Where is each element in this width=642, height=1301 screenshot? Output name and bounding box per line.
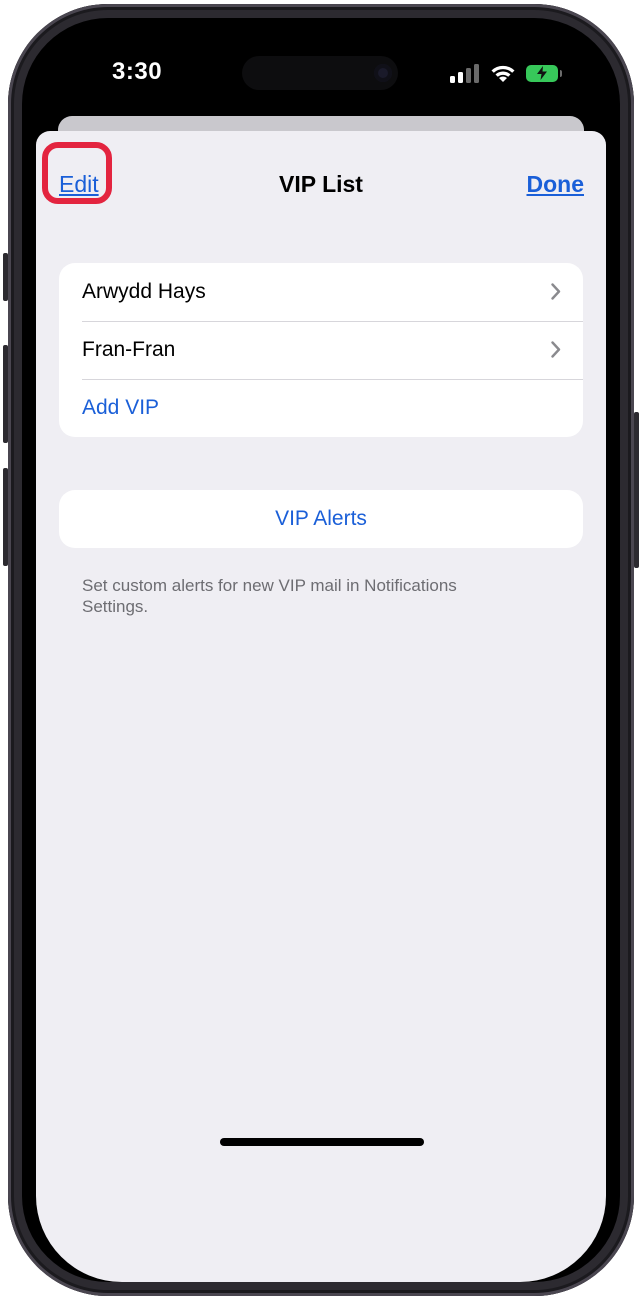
vip-alerts-group: VIP Alerts <box>59 490 583 548</box>
front-camera-icon <box>374 64 392 82</box>
volume-up-button <box>3 345 8 443</box>
battery-icon <box>526 64 562 82</box>
page-title: VIP List <box>279 171 363 197</box>
vip-name: Fran-Fran <box>82 338 176 361</box>
charging-bolt-icon <box>537 66 547 80</box>
status-icons <box>450 62 562 84</box>
vip-name: Arwydd Hays <box>82 280 206 303</box>
signal-icon <box>450 64 479 83</box>
status-time: 3:30 <box>112 58 163 85</box>
volume-down-button <box>3 468 8 566</box>
vip-row-arwydd-hays[interactable]: Arwydd Hays <box>59 263 583 321</box>
vip-list-group: Arwydd Hays Fran-Fran Add VIP <box>59 263 583 437</box>
vip-alerts-button[interactable]: VIP Alerts <box>59 490 583 548</box>
wifi-icon <box>491 65 515 82</box>
home-indicator[interactable] <box>220 1138 424 1146</box>
add-vip-button[interactable]: Add VIP <box>59 379 583 437</box>
chevron-right-icon <box>551 283 561 300</box>
vip-row-fran-fran[interactable]: Fran-Fran <box>59 321 583 379</box>
vip-list-sheet: Edit VIP List Done Arwydd Hays Fran-Fran… <box>36 131 606 1282</box>
power-button <box>634 412 639 568</box>
action-button <box>3 253 8 301</box>
phone-screen: 3:30 Edit VIP List Done Arwydd Hays Fran… <box>22 18 620 1282</box>
add-vip-label: Add VIP <box>82 396 160 419</box>
done-button[interactable]: Done <box>527 171 585 198</box>
vip-alerts-footnote: Set custom alerts for new VIP mail in No… <box>82 576 457 616</box>
chevron-right-icon <box>551 341 561 358</box>
